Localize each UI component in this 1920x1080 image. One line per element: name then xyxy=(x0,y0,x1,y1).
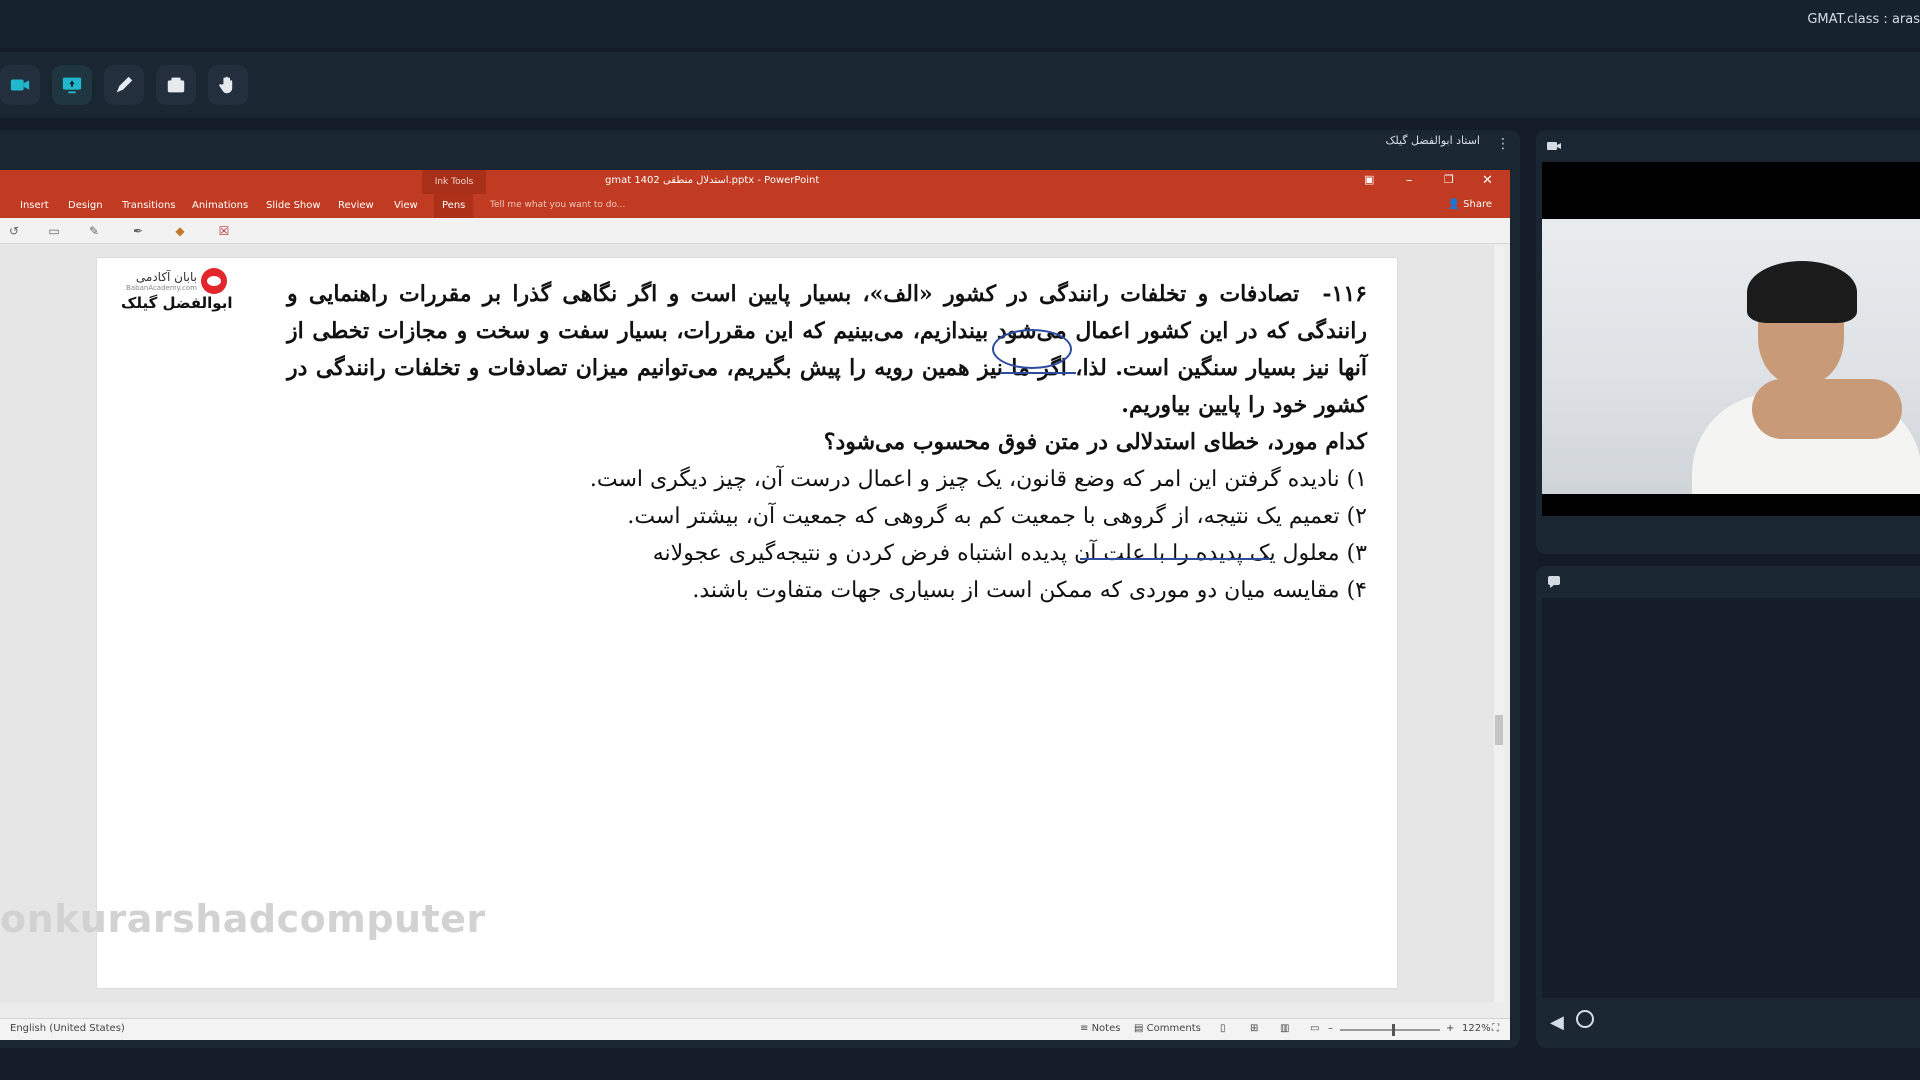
slide-canvas: بابان آکادمی BabanAcademy.com ابوالفضل گ… xyxy=(0,245,1494,1003)
tab-transitions[interactable]: Transitions xyxy=(122,200,176,211)
pen-icon xyxy=(116,76,133,93)
hand-icon xyxy=(219,76,233,94)
ink-underline-2 xyxy=(1080,558,1270,560)
option-1: ۱) نادیده گرفتن این امر که وضع قانون، یک… xyxy=(589,467,1367,492)
zoom-out-icon[interactable]: – xyxy=(1328,1023,1333,1034)
comments-label: Comments xyxy=(1146,1023,1201,1034)
presenter-hair xyxy=(1747,261,1857,323)
more-options-icon[interactable]: ⋮ xyxy=(1496,136,1510,152)
folder-icon xyxy=(167,77,185,93)
share-button[interactable]: 👤 Share xyxy=(1448,199,1493,210)
language-status[interactable]: English (United States) xyxy=(10,1023,125,1034)
class-title: GMAT.class : aras xyxy=(1807,12,1920,27)
webcam-feed xyxy=(1542,219,1920,494)
camera-button[interactable] xyxy=(0,65,40,105)
question-prompt: کدام مورد، خطای استدلالی در متن فوق محسو… xyxy=(823,429,1367,455)
logo-subtext: BabanAcademy.com xyxy=(126,284,197,292)
vertical-scrollbar[interactable] xyxy=(1494,245,1504,1003)
tab-insert[interactable]: Insert xyxy=(20,200,49,211)
zoom-in-icon[interactable]: + xyxy=(1446,1023,1454,1034)
toolbar xyxy=(0,52,1920,118)
normal-view-icon[interactable]: ▯ xyxy=(1220,1023,1226,1034)
tab-design[interactable]: Design xyxy=(68,200,103,211)
zoom-slider[interactable] xyxy=(1340,1024,1440,1036)
scroll-thumb[interactable] xyxy=(1495,715,1503,745)
video-panel xyxy=(1536,130,1920,554)
presenter-hands xyxy=(1752,379,1902,439)
highlighter-icon[interactable]: ◆ xyxy=(172,223,188,239)
screen-share-button[interactable] xyxy=(52,65,92,105)
screen-share-panel: استاد ابوالفضل گیلک ⋮ Ink Tools gmat 140… xyxy=(0,130,1520,1048)
document-title: gmat 1402 استدلال منطقی.pptx - PowerPoin… xyxy=(605,175,820,186)
tab-slide-show[interactable]: Slide Show xyxy=(266,200,321,211)
app-window: GMAT.class : aras استاد ابوالفضل گیلک ⋮ … xyxy=(0,0,1920,1080)
zoom-level[interactable]: 122% xyxy=(1462,1023,1491,1034)
logo-mark xyxy=(201,268,227,294)
comments-button[interactable]: ▤ Comments xyxy=(1134,1023,1201,1034)
option-3: ۳) معلول یک پدیده را با علت آن پدیده اشت… xyxy=(652,541,1367,566)
ink-tools-label: Ink Tools xyxy=(422,170,486,194)
tell-me-search[interactable]: Tell me what you want to do... xyxy=(490,200,625,210)
raise-hand-button[interactable] xyxy=(208,65,248,105)
restore-icon[interactable]: ❐ xyxy=(1444,173,1454,186)
video-camera-icon xyxy=(1547,142,1561,150)
question-number: ۱۱۶- xyxy=(1322,281,1367,307)
tab-pens[interactable]: Pens xyxy=(434,194,474,218)
close-icon[interactable]: ✕ xyxy=(1482,173,1493,188)
screen-share-icon xyxy=(62,77,82,94)
select-objects-icon[interactable]: ▭ xyxy=(46,223,62,239)
ppt-ribbon-tabs: Insert Design Transitions Animations Sli… xyxy=(0,194,1510,218)
ink-underline-1 xyxy=(1000,372,1076,374)
stop-inking-icon[interactable]: ☒ xyxy=(216,223,232,239)
chat-messages xyxy=(1542,598,1920,998)
minimize-icon[interactable]: – xyxy=(1406,173,1413,188)
question-body: تصادفات و تخلفات رانندگی در کشور «الف»، … xyxy=(287,281,1367,418)
top-bar: GMAT.class : aras xyxy=(0,0,1920,48)
camera-icon xyxy=(10,79,30,91)
pen-button[interactable] xyxy=(104,65,144,105)
tab-view[interactable]: View xyxy=(394,200,418,211)
zoom-knob[interactable] xyxy=(1392,1024,1395,1036)
emoji-icon[interactable] xyxy=(1576,1010,1594,1028)
notes-label: Notes xyxy=(1091,1023,1121,1034)
reading-view-icon[interactable]: ▥ xyxy=(1280,1023,1289,1034)
chat-icon xyxy=(1548,576,1560,588)
undo-icon[interactable]: ↺ xyxy=(6,223,22,239)
chat-panel: ◀ xyxy=(1536,566,1920,1048)
share-label: Share xyxy=(1463,199,1492,210)
option-4: ۴) مقایسه میان دو موردی که ممکن است از ب… xyxy=(692,578,1367,603)
powerpoint-window: Ink Tools gmat 1402 استدلال منطقی.pptx -… xyxy=(0,170,1510,1040)
ribbon-display-icon[interactable]: ▣ xyxy=(1364,173,1374,186)
option-2: ۲) تعمیم یک نتیجه، از گروهی با جمعیت کم … xyxy=(627,504,1367,529)
whiteboard-button[interactable] xyxy=(156,65,196,105)
send-icon[interactable]: ◀ xyxy=(1550,1012,1564,1033)
slideshow-view-icon[interactable]: ▭ xyxy=(1310,1023,1319,1034)
fit-slide-icon[interactable]: ⛶ xyxy=(1492,1023,1499,1034)
notes-button[interactable]: ≡ Notes xyxy=(1080,1023,1120,1034)
participant-video[interactable] xyxy=(1542,162,1920,516)
slide: بابان آکادمی BabanAcademy.com ابوالفضل گ… xyxy=(96,257,1398,989)
slide-sorter-icon[interactable]: ⊞ xyxy=(1250,1023,1258,1034)
ppt-title-bar: Ink Tools gmat 1402 استدلال منطقی.pptx -… xyxy=(0,170,1510,194)
logo-text: بابان آکادمی xyxy=(135,270,197,284)
watermark-text: onkurarshadcomputer xyxy=(0,897,486,941)
tab-animations[interactable]: Animations xyxy=(192,200,248,211)
author-name: ابوالفضل گیلک xyxy=(121,294,233,312)
pen-tool-icon[interactable]: ✒ xyxy=(130,223,146,239)
lasso-icon[interactable]: ✎ xyxy=(86,223,102,239)
presenter-label: استاد ابوالفضل گیلک xyxy=(1385,134,1480,147)
question-text: ۱۱۶- تصادفات و تخلفات رانندگی در کشور «ا… xyxy=(287,276,1367,424)
tab-review[interactable]: Review xyxy=(338,200,374,211)
ink-circle-annotation xyxy=(992,329,1072,369)
pens-toolbar: ↺ ▭ ✎ ✒ ◆ ☒ xyxy=(0,218,1510,244)
status-bar: English (United States) ≡ Notes ▤ Commen… xyxy=(0,1018,1510,1040)
